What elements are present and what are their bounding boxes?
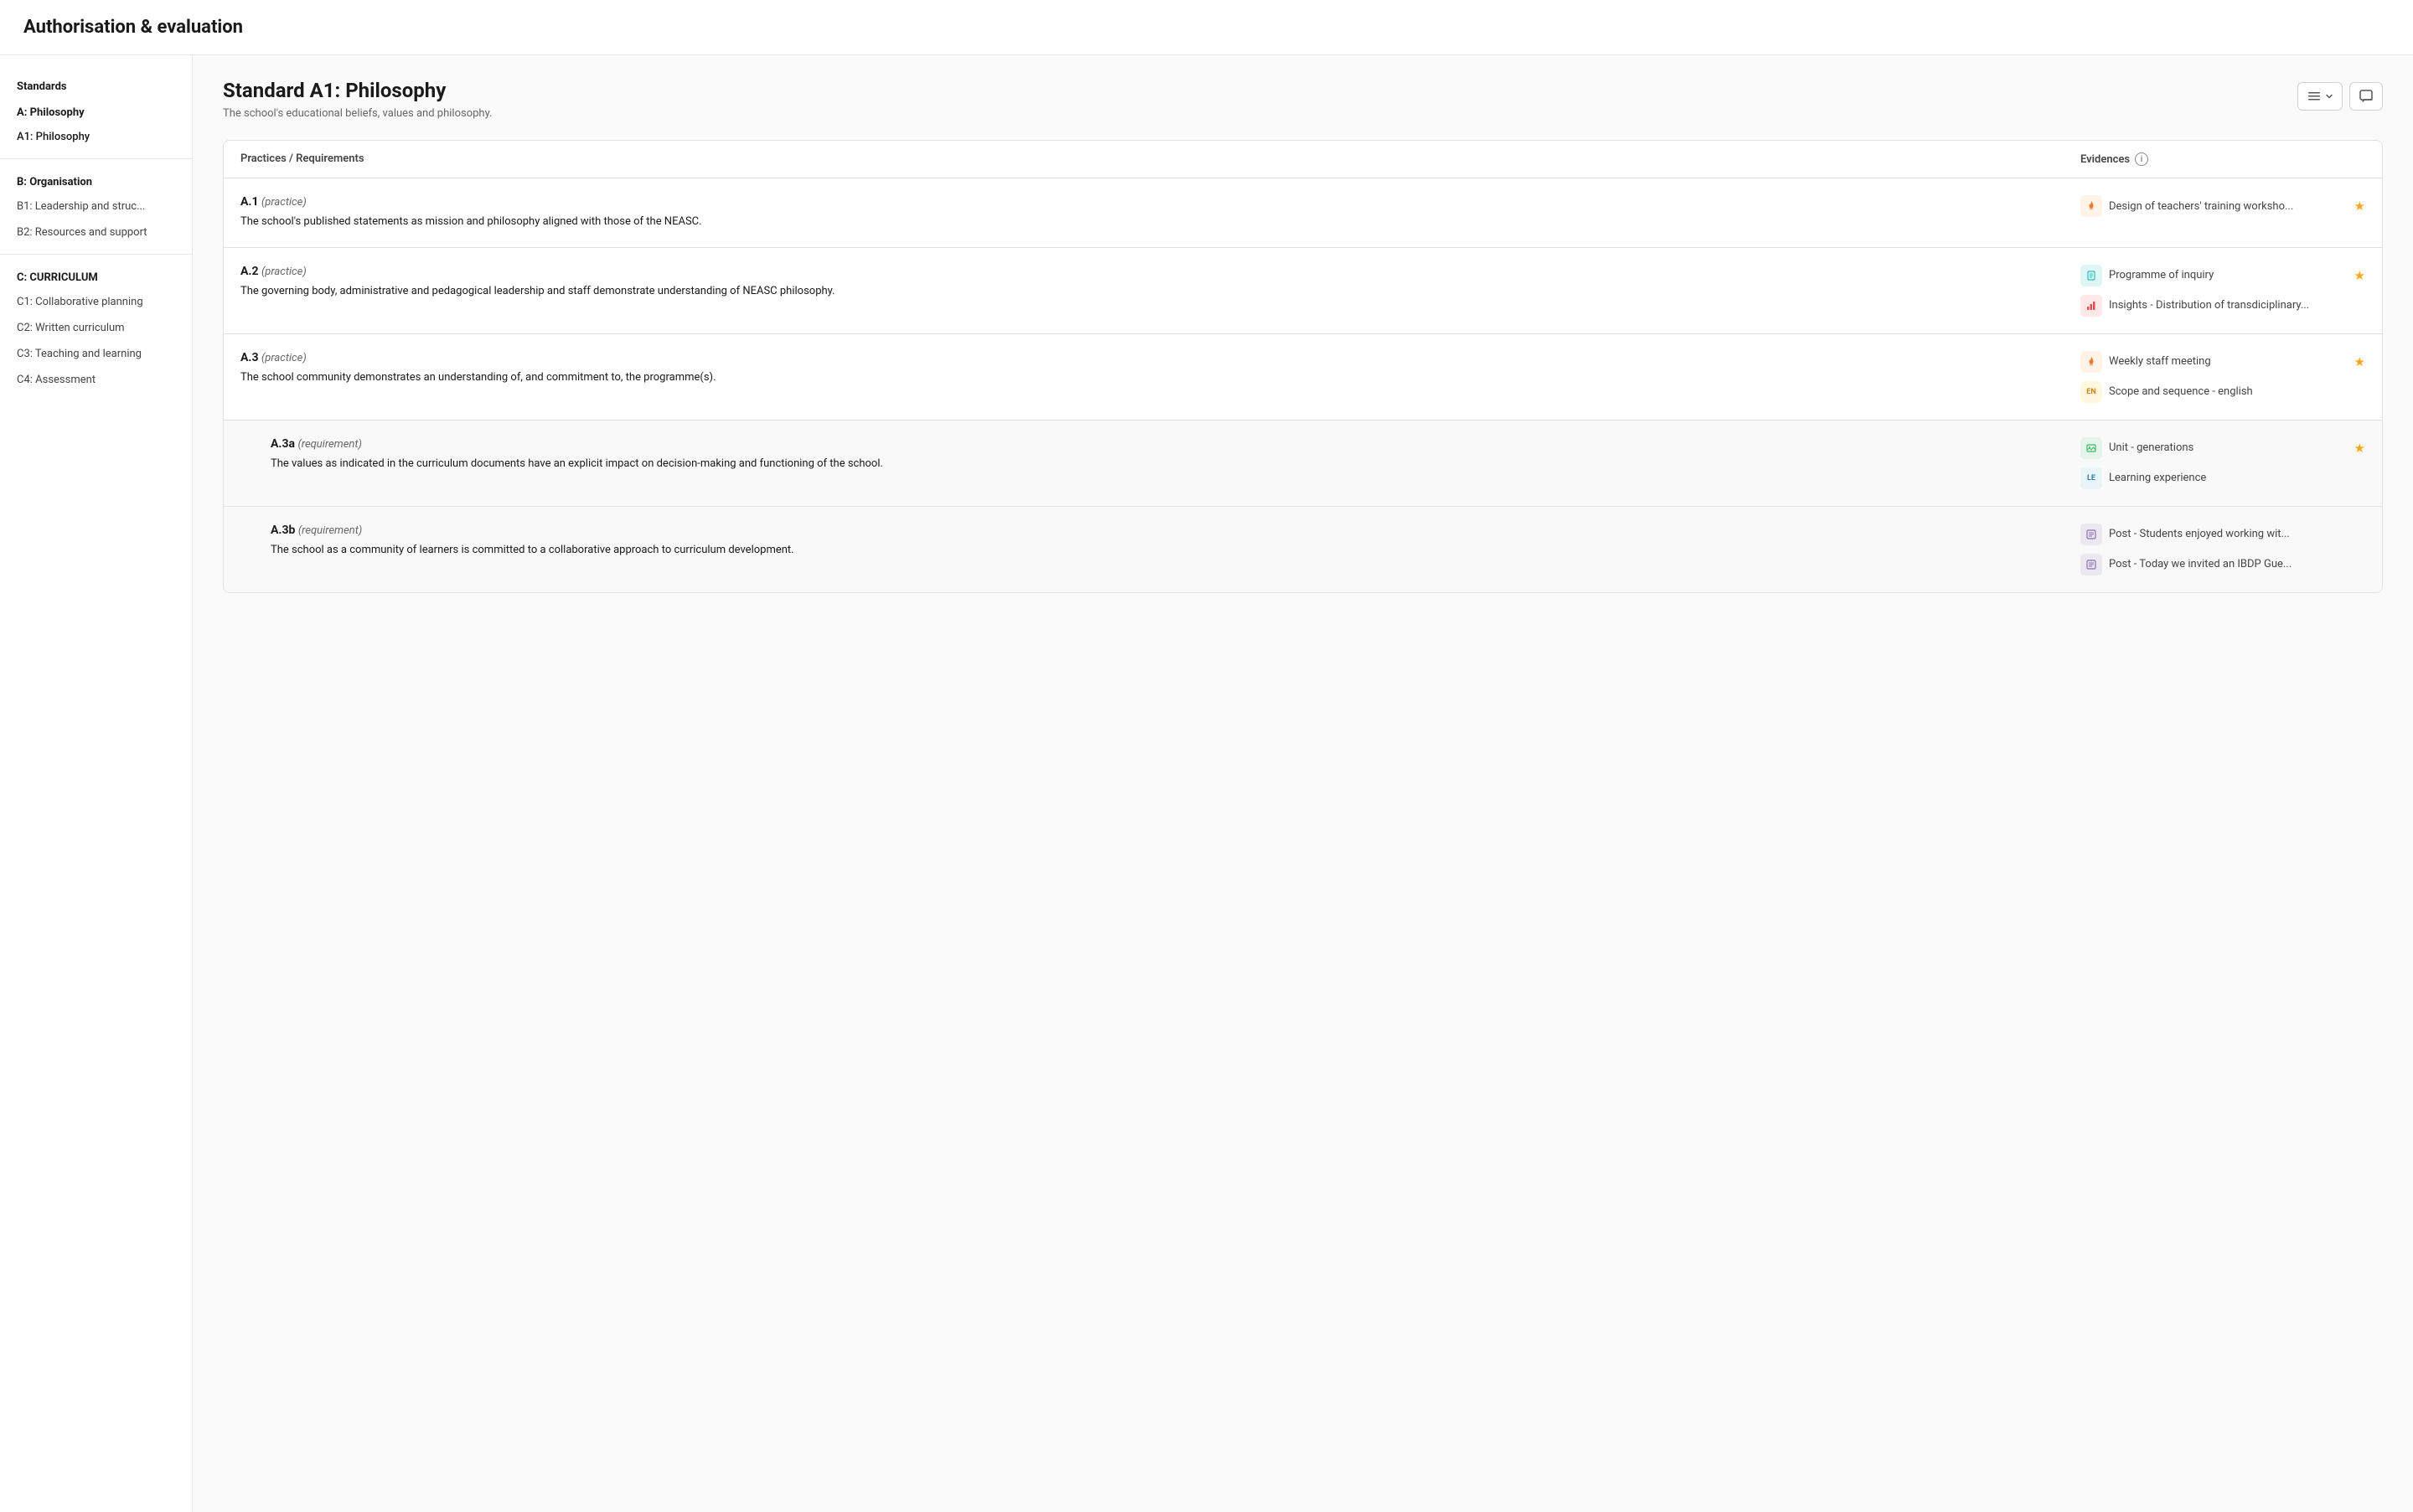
comment-button[interactable] — [2349, 82, 2383, 111]
practice-left-a3a: A.3a (requirement) The values as indicat… — [240, 437, 2080, 472]
fire-icon — [2080, 351, 2102, 373]
practices-table: Practices / Requirements Evidences i A.1… — [223, 140, 2383, 593]
star-filled-icon: ★ — [2354, 268, 2365, 283]
evidences-a2: Programme of inquiry ★ Insights - Distri… — [2080, 265, 2365, 317]
evidences-a3b: Post - Students enjoyed working wit... P… — [2080, 524, 2365, 575]
practice-desc-a3b: The school as a community of learners is… — [271, 542, 2080, 559]
evidences-a3a: Unit - generations ★ LE Learning experie… — [2080, 437, 2365, 489]
practice-code-a3b: A.3b (requirement) — [271, 524, 2080, 537]
image-icon — [2080, 437, 2102, 459]
evidence-label: Design of teachers' training worksho... — [2109, 200, 2348, 213]
evidence-item: Post - Today we invited an IBDP Gue... — [2080, 554, 2365, 575]
post-icon-2 — [2080, 554, 2102, 575]
evidence-item: Weekly staff meeting ★ — [2080, 351, 2365, 373]
evidence-item: Unit - generations ★ — [2080, 437, 2365, 459]
sidebar-item-b1[interactable]: B1: Leadership and struc... — [0, 194, 192, 219]
evidence-item: Insights - Distribution of transdiciplin… — [2080, 295, 2365, 317]
evidence-label: Weekly staff meeting — [2109, 355, 2348, 368]
chart-icon — [2080, 295, 2102, 317]
standard-title-area: Standard A1: Philosophy The school's edu… — [223, 79, 492, 120]
table-row: A.3a (requirement) The values as indicat… — [224, 421, 2382, 507]
sidebar-item-c4[interactable]: C4: Assessment — [0, 367, 192, 393]
practice-code-a3: A.3 (practice) — [240, 351, 2080, 364]
table-row: A.2 (practice) The governing body, admin… — [224, 248, 2382, 334]
star-filled-icon: ★ — [2354, 441, 2365, 456]
practice-left-a2: A.2 (practice) The governing body, admin… — [240, 265, 2080, 300]
standard-description: The school's educational beliefs, values… — [223, 107, 492, 120]
practice-code-a2: A.2 (practice) — [240, 265, 2080, 278]
practice-desc-a3a: The values as indicated in the curriculu… — [271, 456, 2080, 472]
evidence-item: EN Scope and sequence - english — [2080, 381, 2365, 403]
evidence-label: Post - Today we invited an IBDP Gue... — [2109, 558, 2365, 570]
sidebar-group-a: A: Philosophy — [0, 98, 192, 124]
sidebar-item-b2[interactable]: B2: Resources and support — [0, 219, 192, 245]
evidence-label: Programme of inquiry — [2109, 269, 2348, 281]
sidebar-item-a1[interactable]: A1: Philosophy — [0, 124, 192, 150]
evidence-label: Learning experience — [2109, 472, 2365, 484]
practice-desc-a3: The school community demonstrates an und… — [240, 369, 2080, 386]
divider-1 — [0, 158, 192, 159]
table-row: A.3b (requirement) The school as a commu… — [224, 507, 2382, 592]
fire-icon — [2080, 195, 2102, 217]
table-row: A.1 (practice) The school's published st… — [224, 178, 2382, 248]
sidebar-item-c3[interactable]: C3: Teaching and learning — [0, 341, 192, 367]
doc-icon — [2080, 265, 2102, 286]
table-row: A.3 (practice) The school community demo… — [224, 334, 2382, 421]
comment-icon — [2359, 89, 2374, 104]
practice-left-a1: A.1 (practice) The school's published st… — [240, 195, 2080, 230]
evidence-item: LE Learning experience — [2080, 467, 2365, 489]
star-filled-icon: ★ — [2354, 199, 2365, 214]
col-header-practices: Practices / Requirements — [240, 152, 2080, 166]
info-icon[interactable]: i — [2135, 152, 2148, 166]
sidebar-item-c1[interactable]: C1: Collaborative planning — [0, 289, 192, 315]
app-body: Standards A: Philosophy A1: Philosophy B… — [0, 55, 2413, 1512]
practice-desc-a1: The school's published statements as mis… — [240, 214, 2080, 230]
evidence-item: Post - Students enjoyed working wit... — [2080, 524, 2365, 545]
chevron-down-icon — [2325, 92, 2333, 101]
toolbar-buttons — [2297, 82, 2383, 111]
evidences-a3: Weekly staff meeting ★ EN Scope and sequ… — [2080, 351, 2365, 403]
col-header-evidences: Evidences i — [2080, 152, 2365, 166]
practice-left-a3: A.3 (practice) The school community demo… — [240, 351, 2080, 386]
standards-label: Standards — [0, 72, 192, 98]
list-view-button[interactable] — [2297, 82, 2343, 111]
practice-left-a3b: A.3b (requirement) The school as a commu… — [240, 524, 2080, 559]
practice-code-a1: A.1 (practice) — [240, 195, 2080, 209]
evidence-item: Programme of inquiry ★ — [2080, 265, 2365, 286]
sidebar-group-b: B: Organisation — [0, 168, 192, 194]
list-icon — [2307, 89, 2322, 104]
evidences-a1: Design of teachers' training worksho... … — [2080, 195, 2365, 217]
evidence-label: Insights - Distribution of transdiciplin… — [2109, 299, 2365, 312]
sidebar-item-c2[interactable]: C2: Written curriculum — [0, 315, 192, 341]
evidence-label: Unit - generations — [2109, 441, 2348, 454]
divider-2 — [0, 254, 192, 255]
evidence-item: Design of teachers' training worksho... … — [2080, 195, 2365, 217]
main-content: Standard A1: Philosophy The school's edu… — [193, 55, 2413, 1512]
post-icon-1 — [2080, 524, 2102, 545]
evidence-label: Post - Students enjoyed working wit... — [2109, 528, 2365, 540]
practice-code-a3a: A.3a (requirement) — [271, 437, 2080, 451]
star-filled-icon: ★ — [2354, 354, 2365, 369]
evidence-label: Scope and sequence - english — [2109, 385, 2365, 398]
standard-header: Standard A1: Philosophy The school's edu… — [223, 79, 2383, 120]
le-badge-icon: LE — [2080, 467, 2102, 489]
sidebar: Standards A: Philosophy A1: Philosophy B… — [0, 55, 193, 1512]
sidebar-group-c: C: CURRICULUM — [0, 263, 192, 289]
practice-desc-a2: The governing body, administrative and p… — [240, 283, 2080, 300]
standard-title: Standard A1: Philosophy — [223, 79, 492, 102]
app-title: Authorisation & evaluation — [23, 17, 2390, 38]
table-header: Practices / Requirements Evidences i — [224, 141, 2382, 178]
en-badge-icon: EN — [2080, 381, 2102, 403]
app-header: Authorisation & evaluation — [0, 0, 2413, 55]
